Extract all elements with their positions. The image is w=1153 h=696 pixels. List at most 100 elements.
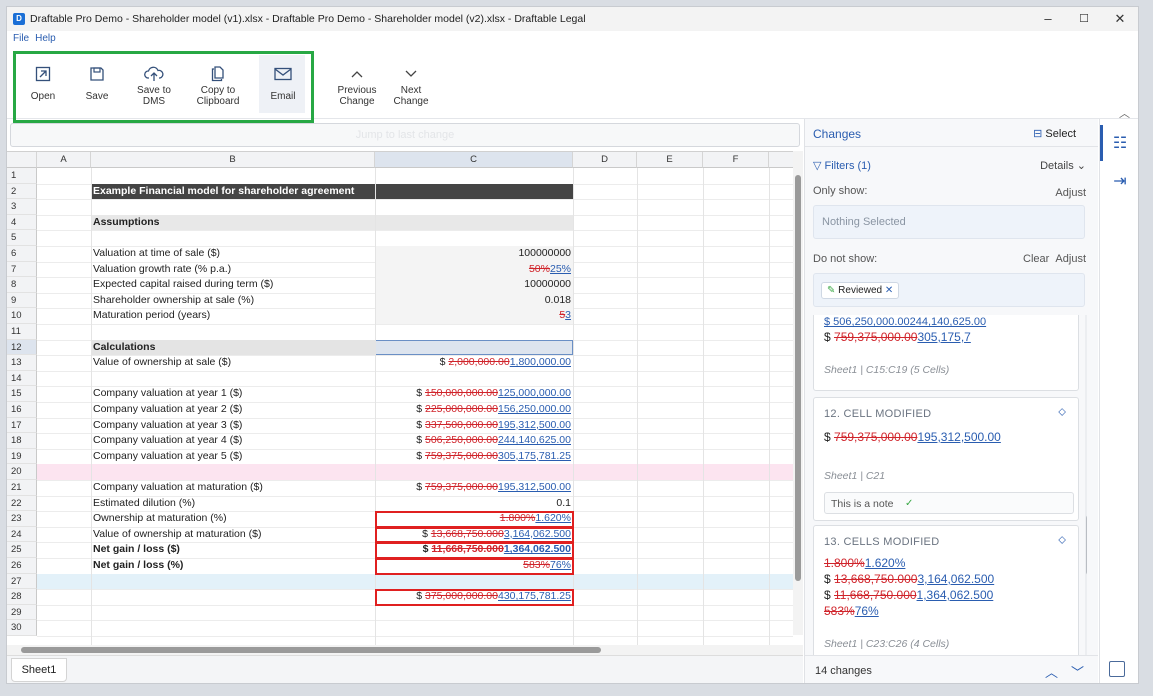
row-header-24[interactable]: 24	[7, 526, 37, 543]
cell-b19[interactable]: Company valuation at year 5 ($)	[93, 449, 373, 465]
row-header-2[interactable]: 2	[7, 183, 37, 200]
row-header-3[interactable]: 3	[7, 199, 37, 215]
export-icon[interactable]: ⇥	[1108, 171, 1132, 195]
row-header-27[interactable]: 27	[7, 573, 37, 590]
row-header-14[interactable]: 14	[7, 370, 37, 387]
cell-b24[interactable]: Value of ownership at maturation ($)	[93, 527, 373, 543]
row-header-19[interactable]: 19	[7, 448, 37, 465]
remove-chip-icon[interactable]: ✕	[882, 285, 893, 296]
footer-next-change-icon[interactable]: ﹀	[1071, 662, 1084, 681]
only-show-adjust-link[interactable]: Adjust	[1055, 187, 1086, 199]
next-change-button[interactable]: Next Change	[391, 63, 431, 107]
cell-b13[interactable]: Value of ownership at sale ($)	[93, 355, 373, 371]
changes-list-icon[interactable]: ☷	[1108, 133, 1132, 157]
row-header-7[interactable]: 7	[7, 261, 37, 278]
row-header-21[interactable]: 21	[7, 480, 37, 496]
card12-tag-icon[interactable]: ⬦	[1058, 406, 1066, 419]
row-header-17[interactable]: 17	[7, 417, 37, 434]
cell-b2[interactable]: Example Financial model for shareholder …	[93, 184, 373, 200]
cell-c18-change[interactable]: $ 506,250,000.00244,140,625.00	[377, 433, 571, 449]
reviewed-chip[interactable]: ✎ Reviewed ✕	[821, 282, 900, 299]
change-card-11[interactable]: $ 506,250,000.00244,140,625.00 $ 759,375…	[813, 315, 1079, 391]
row-header-25[interactable]: 25	[7, 542, 37, 558]
row-header-13[interactable]: 13	[7, 355, 37, 371]
change-card-12[interactable]: 12. CELL MODIFIED ⬦ $ 759,375,000.00195,…	[813, 397, 1079, 521]
selected-cell[interactable]	[375, 339, 573, 356]
cell-b4[interactable]: Assumptions	[93, 215, 373, 231]
cell-c6[interactable]: 100000000	[377, 246, 571, 262]
cell-b26[interactable]: Net gain / loss (%)	[93, 558, 373, 574]
changes-scrollbar[interactable]	[1085, 315, 1087, 655]
close-button[interactable]: ✕	[1102, 7, 1138, 31]
cell-b8[interactable]: Expected capital raised during term ($)	[93, 277, 373, 293]
horizontal-scroll-thumb[interactable]	[21, 647, 601, 653]
cell-c9[interactable]: 0.018	[377, 293, 571, 309]
select-button[interactable]: ⊟ Select	[1033, 127, 1076, 140]
row-header-23[interactable]: 23	[7, 511, 37, 527]
cell-c17-change[interactable]: $ 337,500,000.00195,312,500.00	[377, 418, 571, 434]
sheet-tab-sheet1[interactable]: Sheet1	[11, 658, 67, 682]
cell-b10[interactable]: Maturation period (years)	[93, 308, 373, 324]
row-header-15[interactable]: 15	[7, 386, 37, 402]
cell-b17[interactable]: Company valuation at year 3 ($)	[93, 418, 373, 434]
maximize-button[interactable]: ☐	[1066, 7, 1102, 31]
cell-b15[interactable]: Company valuation at year 1 ($)	[93, 386, 373, 402]
cell-b21[interactable]: Company valuation at maturation ($)	[93, 480, 373, 496]
row-header-16[interactable]: 16	[7, 402, 37, 418]
clear-link[interactable]: Clear	[1023, 253, 1049, 265]
row-header-10[interactable]: 10	[7, 308, 37, 324]
row-header-28[interactable]: 28	[7, 589, 37, 605]
previous-change-button[interactable]: Previous Change	[335, 63, 379, 107]
cell-c13-change[interactable]: $ 2,000,000.001,800,000.00	[377, 355, 571, 371]
row-header-9[interactable]: 9	[7, 292, 37, 309]
card13-tag-icon[interactable]: ⬦	[1058, 534, 1066, 547]
minimize-button[interactable]: –	[1030, 7, 1066, 31]
cell-b6[interactable]: Valuation at time of sale ($)	[93, 246, 373, 262]
only-show-box[interactable]: Nothing Selected	[813, 205, 1085, 239]
row-header-12[interactable]: 12	[7, 339, 37, 356]
row-header-8[interactable]: 8	[7, 277, 37, 293]
cell-c16-change[interactable]: $ 225,000,000.00156,250,000.00	[377, 402, 571, 418]
cell-c19-change[interactable]: $ 759,375,000.00305,175,781.25	[377, 449, 571, 465]
row-header-5[interactable]: 5	[7, 230, 37, 246]
row-header-18[interactable]: 18	[7, 433, 37, 449]
cell-b7[interactable]: Valuation growth rate (% p.a.)	[93, 262, 373, 278]
column-header-b[interactable]: B	[91, 152, 375, 168]
grid-corner[interactable]	[7, 152, 37, 168]
row-header-22[interactable]: 22	[7, 495, 37, 512]
cell-c8[interactable]: 10000000	[377, 277, 571, 293]
cell-c7-change[interactable]: 50%25%	[377, 262, 571, 278]
menu-file[interactable]: File	[13, 33, 29, 47]
row-header-26[interactable]: 26	[7, 558, 37, 574]
row-header-30[interactable]: 30	[7, 620, 37, 636]
column-header-e[interactable]: E	[637, 152, 703, 168]
cell-b12[interactable]: Calculations	[93, 340, 373, 356]
menu-help[interactable]: Help	[35, 33, 56, 47]
do-not-show-adjust-link[interactable]: Adjust	[1055, 253, 1086, 265]
row-header-29[interactable]: 29	[7, 604, 37, 621]
cell-b25[interactable]: Net gain / loss ($)	[93, 542, 373, 558]
cell-b16[interactable]: Company valuation at year 2 ($)	[93, 402, 373, 418]
spreadsheet-grid[interactable]: A B C D E F 1 2 3 4 5 6 7 8 9 10 11 12 13 14 15 16 17 18 19 20 21 2…	[7, 151, 803, 645]
vertical-scroll-thumb[interactable]	[795, 175, 801, 581]
cell-c10-change[interactable]: 53	[377, 308, 571, 324]
change-card-13[interactable]: 13. CELLS MODIFIED ⬦ 1.800%1.620% $ 13,6…	[813, 525, 1079, 655]
row-header-6[interactable]: 6	[7, 246, 37, 262]
cell-b18[interactable]: Company valuation at year 4 ($)	[93, 433, 373, 449]
column-header-a[interactable]: A	[37, 152, 91, 168]
row-header-11[interactable]: 11	[7, 324, 37, 340]
column-header-f[interactable]: F	[703, 152, 769, 168]
jump-to-last-change-bar[interactable]: Jump to last change	[10, 123, 800, 147]
row-header-20[interactable]: 20	[7, 464, 37, 480]
cell-b22[interactable]: Estimated dilution (%)	[93, 496, 373, 512]
panel-toggle-icon[interactable]	[1109, 661, 1125, 677]
row-header-4[interactable]: 4	[7, 214, 37, 231]
cell-c15-change[interactable]: $ 150,000,000.00125,000,000.00	[377, 386, 571, 402]
row-header-1[interactable]: 1	[7, 168, 37, 184]
footer-prev-change-icon[interactable]: ︿	[1045, 662, 1058, 681]
column-header-c[interactable]: C	[375, 152, 573, 168]
filters-toggle[interactable]: ▽ Filters (1)	[813, 159, 871, 172]
column-header-d[interactable]: D	[573, 152, 637, 168]
card12-note-field[interactable]: This is a note ✓	[824, 492, 1074, 514]
cell-b23[interactable]: Ownership at maturation (%)	[93, 511, 373, 527]
